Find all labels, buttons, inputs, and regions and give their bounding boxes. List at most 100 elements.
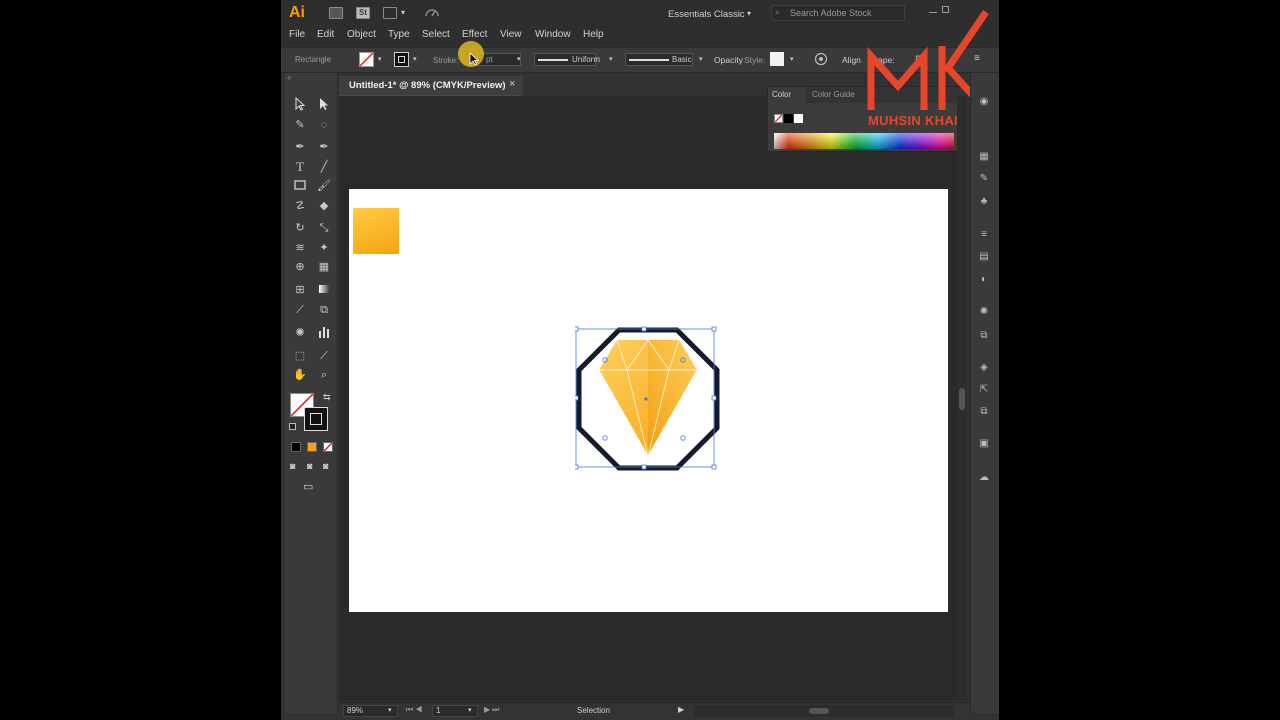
eyedropper-icon[interactable]: ⟋ (291, 302, 309, 318)
default-fill-stroke-icon[interactable] (289, 423, 296, 430)
symbol-sprayer-icon[interactable]: ✺ (291, 325, 309, 341)
lasso-icon[interactable]: ◌ (315, 117, 333, 133)
current-tool-status[interactable]: Selection (577, 706, 610, 715)
shaper-icon[interactable]: ☡ (291, 198, 309, 214)
stroke-label[interactable]: Stroke: (433, 56, 458, 65)
symbols-icon[interactable]: ♣ (977, 196, 991, 208)
tab-color-guide[interactable]: Color Guide (808, 87, 868, 103)
menu-effect[interactable]: Effect (462, 29, 487, 40)
stroke-swatch[interactable] (394, 52, 409, 67)
close-tab-icon[interactable]: × (509, 78, 515, 90)
magic-wand-icon[interactable]: ✎ (291, 117, 309, 133)
stroke-panel-icon[interactable]: ≡ (977, 229, 991, 241)
arrange-documents-icon[interactable] (383, 7, 397, 19)
panel-black-swatch[interactable] (784, 114, 793, 123)
horizontal-scrollbar[interactable] (694, 705, 954, 717)
artboard-icon[interactable]: ⬚ (291, 348, 309, 364)
profile-chevron-icon[interactable]: ▾ (609, 55, 613, 63)
menu-edit[interactable]: Edit (317, 29, 334, 40)
graphic-styles-icon[interactable]: ⧉ (977, 330, 991, 342)
creative-cloud-icon[interactable]: ☁ (977, 472, 991, 484)
asset-export-icon[interactable]: ▣ (977, 438, 991, 450)
draw-behind-icon[interactable]: ◙ (307, 461, 312, 471)
gpu-performance-icon[interactable] (424, 6, 440, 20)
swap-fill-stroke-icon[interactable]: ⇆ (323, 392, 331, 403)
workspace-switcher[interactable]: Essentials Classic (668, 9, 745, 20)
color-panel-icon[interactable]: ◉ (977, 96, 991, 108)
libraries-icon[interactable]: ▦ (977, 151, 991, 163)
menu-help[interactable]: Help (583, 29, 604, 40)
fill-dropdown-chevron-icon[interactable]: ▾ (378, 55, 382, 63)
next-artboard-buttons[interactable]: ▶⏭ (484, 705, 501, 715)
menu-select[interactable]: Select (422, 29, 450, 40)
scale-icon[interactable]: ⤡ (315, 220, 333, 236)
type-icon[interactable]: T (291, 159, 309, 175)
brush-chevron-icon[interactable]: ▾ (699, 55, 703, 63)
gradient-panel-icon[interactable]: ▤ (977, 251, 991, 263)
brush-definition[interactable]: Basic (625, 53, 693, 66)
artboard-number-field[interactable]: 1 ▾ (432, 705, 478, 717)
none-mode-button[interactable] (323, 442, 333, 452)
color-mode-button[interactable] (291, 442, 301, 452)
stock-icon[interactable]: St (356, 7, 370, 19)
color-spectrum[interactable] (774, 133, 954, 149)
artboards-icon[interactable]: ⧉ (977, 406, 991, 418)
zoom-icon[interactable]: ⌕ (315, 367, 333, 383)
transparency-icon[interactable]: ◐ (977, 274, 991, 286)
vertical-scrollbar[interactable] (957, 96, 967, 701)
export-icon[interactable]: ⇱ (977, 384, 991, 396)
layers-icon[interactable]: ◈ (977, 362, 991, 374)
prev-artboard-buttons[interactable]: ⏮◀ (406, 705, 424, 715)
eraser-icon[interactable]: ◆ (315, 198, 333, 214)
selection-arrow-icon[interactable] (291, 96, 309, 113)
chevron-down-icon[interactable]: ▾ (401, 8, 405, 17)
gradient-icon[interactable] (315, 282, 333, 298)
horizontal-scroll-thumb[interactable] (809, 708, 829, 714)
opacity-link[interactable]: Opacity (714, 55, 743, 65)
warp-icon[interactable]: ≋ (291, 240, 309, 256)
align-link[interactable]: Align (842, 55, 861, 65)
menu-window[interactable]: Window (535, 29, 571, 40)
draw-inside-icon[interactable]: ◙ (323, 461, 328, 471)
menu-type[interactable]: Type (388, 29, 410, 40)
shape-builder-icon[interactable]: ⊕ (291, 259, 309, 275)
chevron-down-icon[interactable]: ▾ (747, 9, 751, 18)
perspective-grid-icon[interactable]: ▦ (315, 259, 333, 275)
curvature-icon[interactable]: ✒ (315, 139, 333, 155)
paintbrush-icon[interactable]: 🖌 (315, 178, 333, 194)
orange-square-shape[interactable] (353, 208, 399, 254)
menu-view[interactable]: View (500, 29, 522, 40)
screen-mode-icon[interactable]: ▭ (303, 480, 313, 493)
vertical-scroll-thumb[interactable] (959, 388, 965, 410)
fill-swatch[interactable] (359, 52, 374, 67)
direct-selection-icon[interactable] (315, 97, 333, 113)
style-chevron-icon[interactable]: ▾ (790, 55, 794, 63)
tab-color[interactable]: Color (768, 87, 806, 103)
menu-object[interactable]: Object (347, 29, 376, 40)
pen-icon[interactable]: ✒ (291, 139, 309, 155)
panel-white-swatch[interactable] (794, 114, 803, 123)
diamond-logo-artwork[interactable] (573, 326, 721, 472)
blend-icon[interactable]: ⧉ (315, 302, 333, 318)
panel-fill-none-swatch[interactable] (774, 114, 783, 123)
appearance-icon[interactable]: ✺ (977, 306, 991, 318)
line-icon[interactable]: ╱ (315, 159, 333, 175)
rotate-icon[interactable]: ↻ (291, 220, 309, 236)
stroke-dropdown-chevron-icon[interactable]: ▾ (413, 55, 417, 63)
hand-icon[interactable]: ✋ (291, 367, 309, 383)
variable-width-profile[interactable]: Uniform (534, 53, 600, 66)
menu-file[interactable]: File (289, 29, 305, 40)
status-menu-arrow-icon[interactable]: ▶ (678, 705, 684, 714)
rectangle-icon[interactable] (291, 178, 309, 194)
mesh-icon[interactable]: ⊞ (291, 282, 309, 298)
document-tab[interactable]: Untitled-1* @ 89% (CMYK/Preview) × (339, 76, 523, 96)
puppet-warp-icon[interactable]: ✦ (315, 240, 333, 256)
gradient-mode-button[interactable] (307, 442, 317, 452)
column-graph-icon[interactable] (315, 325, 333, 341)
stroke-weight-chevron-icon[interactable]: ▾ (517, 55, 521, 63)
stroke-color-swatch[interactable] (304, 407, 328, 431)
graphic-style-swatch[interactable] (770, 52, 784, 66)
slice-icon[interactable]: ⟋ (315, 348, 333, 364)
recolor-artwork-icon[interactable] (814, 52, 828, 66)
collapse-panel-icon[interactable]: « (287, 74, 297, 82)
